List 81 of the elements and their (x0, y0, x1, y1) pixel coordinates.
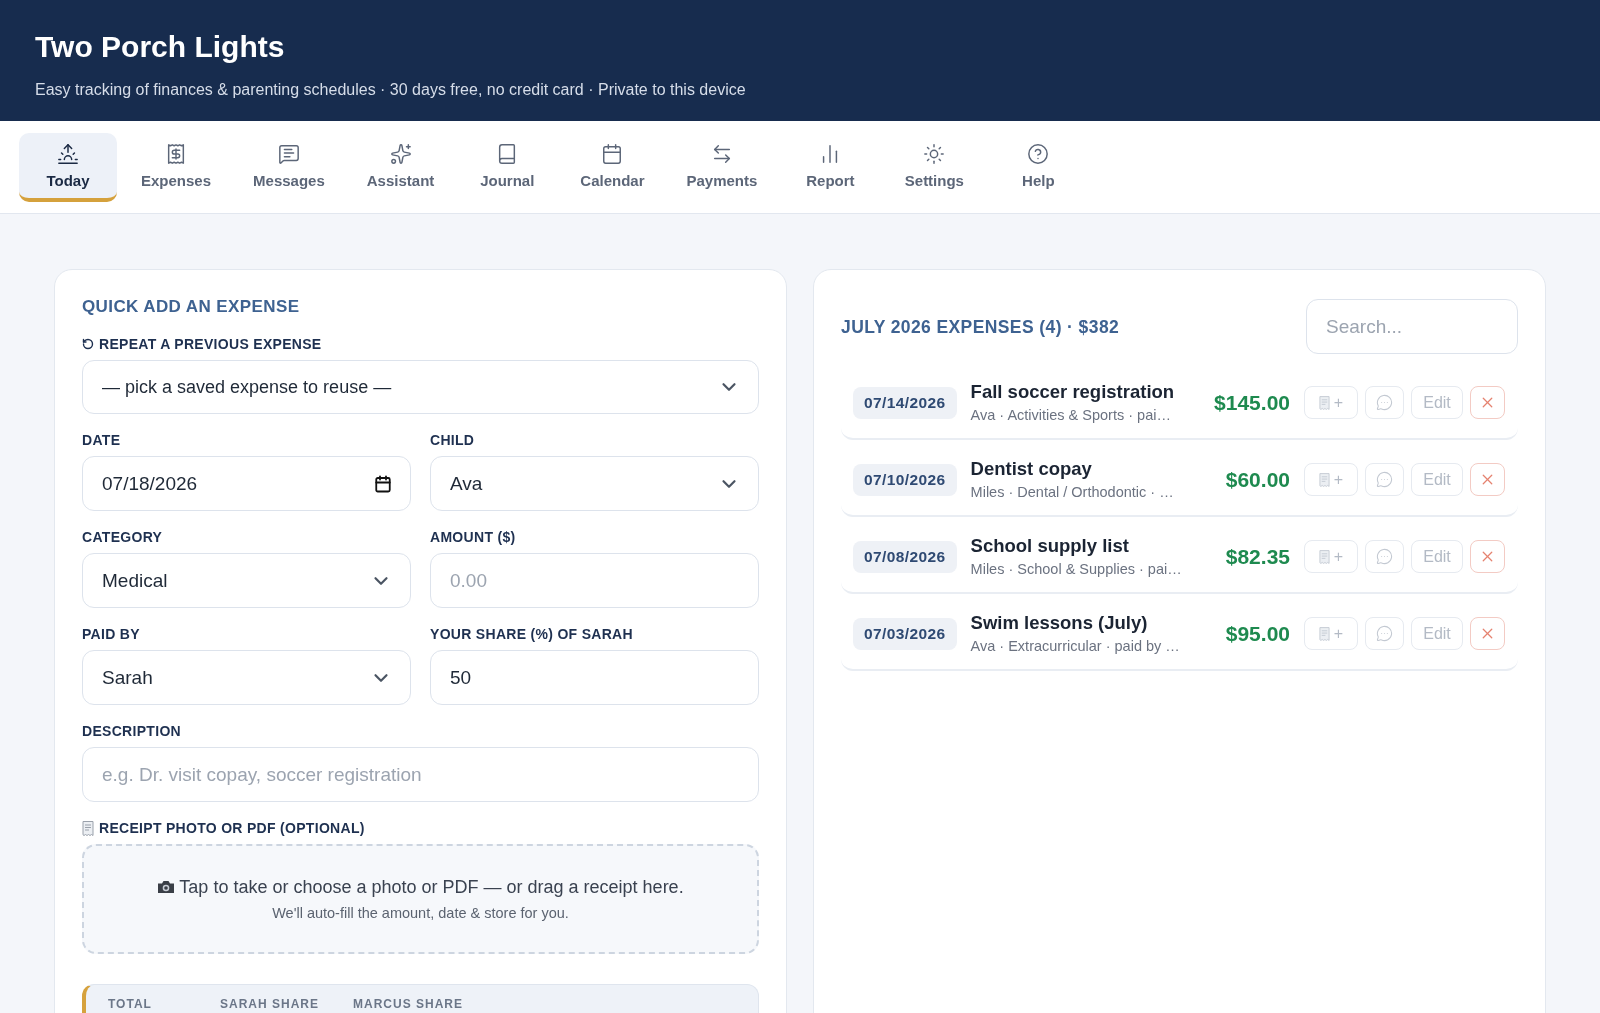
nav-tab[interactable]: Expenses (123, 133, 230, 202)
delete-button[interactable] (1470, 540, 1505, 573)
sun-icon (923, 142, 946, 165)
sunrise-icon (57, 142, 79, 165)
comment-button[interactable] (1365, 617, 1404, 650)
date-tag: 07/14/2026 (853, 386, 957, 419)
calendar-icon (374, 474, 392, 493)
select-field[interactable]: Ava (430, 456, 759, 511)
receipt-icon (1318, 395, 1330, 410)
nav-tab[interactable]: Journal (458, 133, 557, 202)
app-tagline: Easy tracking of finances & parenting schedules · 30 days free, no credit card · Private to this device (35, 80, 746, 100)
help-icon (1027, 142, 1050, 165)
date-tag: 07/10/2026 (853, 463, 957, 496)
comment-button[interactable] (1365, 540, 1404, 573)
delete-button[interactable] (1470, 617, 1505, 650)
summary-label: TOTAL (108, 997, 152, 1011)
select-field[interactable]: Medical (82, 553, 411, 608)
search-field[interactable]: Search... (1306, 299, 1518, 354)
expense-details: Miles · Dental / Orthodontic · … (970, 483, 1174, 501)
delete-button[interactable] (1470, 463, 1505, 496)
field-label: PAID BY (82, 625, 141, 643)
expense-details: Ava · Extracurricular · paid by … (970, 637, 1180, 655)
sparkles-icon (389, 142, 412, 165)
dropzone-prompt: Tap to take or choose a photo or PDF — or drag a receipt here. (179, 876, 684, 898)
comment-button[interactable] (1365, 386, 1404, 419)
camera-icon (157, 880, 176, 894)
chat-icon (1376, 471, 1393, 488)
field-label: DESCRIPTION (82, 722, 182, 740)
comment-button[interactable] (1365, 463, 1404, 496)
field-label: CHILD (430, 431, 476, 449)
nav-tab[interactable]: Payments (668, 133, 776, 202)
select-field[interactable]: Sarah (82, 650, 411, 705)
expense-details: Ava · Activities & Sports · pai… (970, 406, 1171, 424)
date-tag: 07/03/2026 (853, 617, 957, 650)
chat-icon (1376, 394, 1393, 411)
date-field[interactable]: 07/18/2026 (82, 456, 411, 511)
expense-title: Dentist copay (970, 458, 1092, 480)
input-field[interactable]: 0.00 (430, 553, 759, 608)
summary-label: MARCUS SHARE (353, 997, 463, 1011)
app-title: Two Porch Lights (35, 29, 285, 65)
expense-amount: $82.35 (1225, 544, 1290, 569)
nav-tab[interactable]: Settings (885, 133, 984, 202)
receipt-icon (165, 142, 187, 165)
date-tag: 07/08/2026 (853, 540, 957, 573)
nav-tab[interactable]: Messages (235, 133, 343, 202)
field-label: AMOUNT ($) (430, 528, 517, 546)
input-field[interactable]: e.g. Dr. visit copay, soccer registration (82, 747, 759, 802)
calendar-icon (601, 142, 624, 165)
field-label: RECEIPT PHOTO OR PDF (OPTIONAL) (99, 819, 365, 837)
section-title: JULY 2026 EXPENSES (4) · $382 (841, 315, 1120, 338)
nav-tab[interactable]: Help (989, 133, 1088, 202)
field-label: YOUR SHARE (%) OF SARAH (430, 625, 634, 643)
field-label: DATE (82, 431, 122, 449)
nav-tab[interactable]: Assistant (348, 133, 453, 202)
section-title: QUICK ADD AN EXPENSE (82, 296, 300, 318)
nav-tab[interactable]: Today (19, 133, 117, 202)
nav-tab[interactable]: Calendar (562, 133, 663, 202)
receipt-icon (1318, 549, 1330, 564)
expense-amount: $145.00 (1214, 390, 1290, 415)
message-icon (277, 142, 300, 165)
receipt-icon (82, 820, 94, 836)
summary-label: SARAH SHARE (220, 997, 319, 1011)
nav-tab[interactable]: Report (781, 133, 880, 202)
input-field[interactable]: 50 (430, 650, 759, 705)
expense-title: Swim lessons (July) (970, 612, 1148, 634)
field-label: CATEGORY (82, 528, 164, 546)
chat-icon (1376, 548, 1393, 565)
select-field[interactable]: — pick a saved expense to reuse — (82, 360, 759, 414)
upload-dropzone[interactable]: Tap to take or choose a photo or PDF — or drag a receipt here. We'll auto-fill the amount, date & store for you. (82, 844, 759, 954)
repeat-icon (82, 338, 94, 350)
expense-details: Miles · School & Supplies · pai… (970, 560, 1182, 578)
chat-icon (1376, 625, 1393, 642)
field-label: REPEAT A PREVIOUS EXPENSE (99, 335, 322, 353)
expense-amount: $95.00 (1225, 621, 1290, 646)
receipt-icon (1318, 626, 1330, 641)
receipt-icon (1318, 472, 1330, 487)
delete-button[interactable] (1470, 386, 1505, 419)
expense-amount: $60.00 (1225, 467, 1290, 492)
expense-title: Fall soccer registration (970, 381, 1175, 403)
expense-title: School supply list (970, 535, 1129, 557)
dropzone-hint: We'll auto-fill the amount, date & store for you. (272, 904, 569, 922)
